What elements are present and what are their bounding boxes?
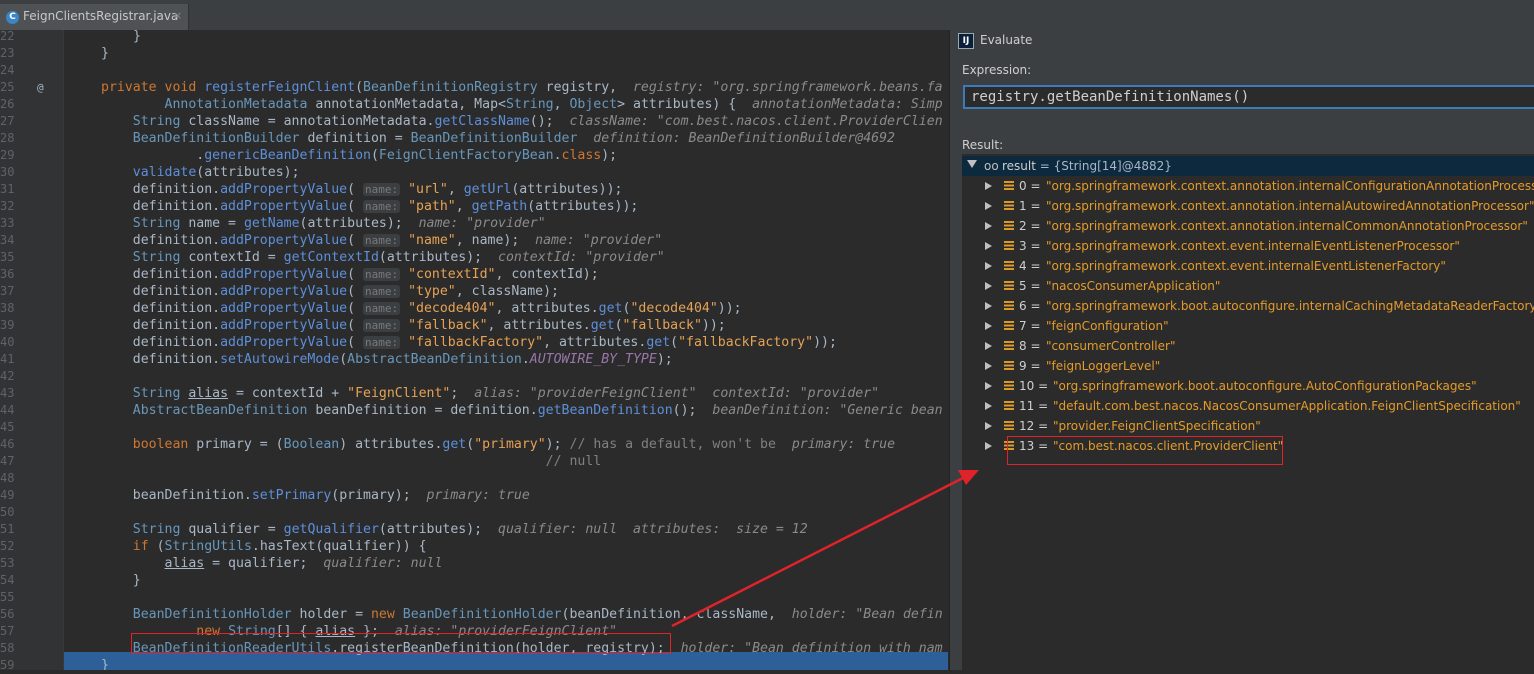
arrow-line — [671, 475, 966, 628]
annotation-arrow — [671, 470, 979, 628]
arrow-head-icon — [958, 470, 979, 485]
